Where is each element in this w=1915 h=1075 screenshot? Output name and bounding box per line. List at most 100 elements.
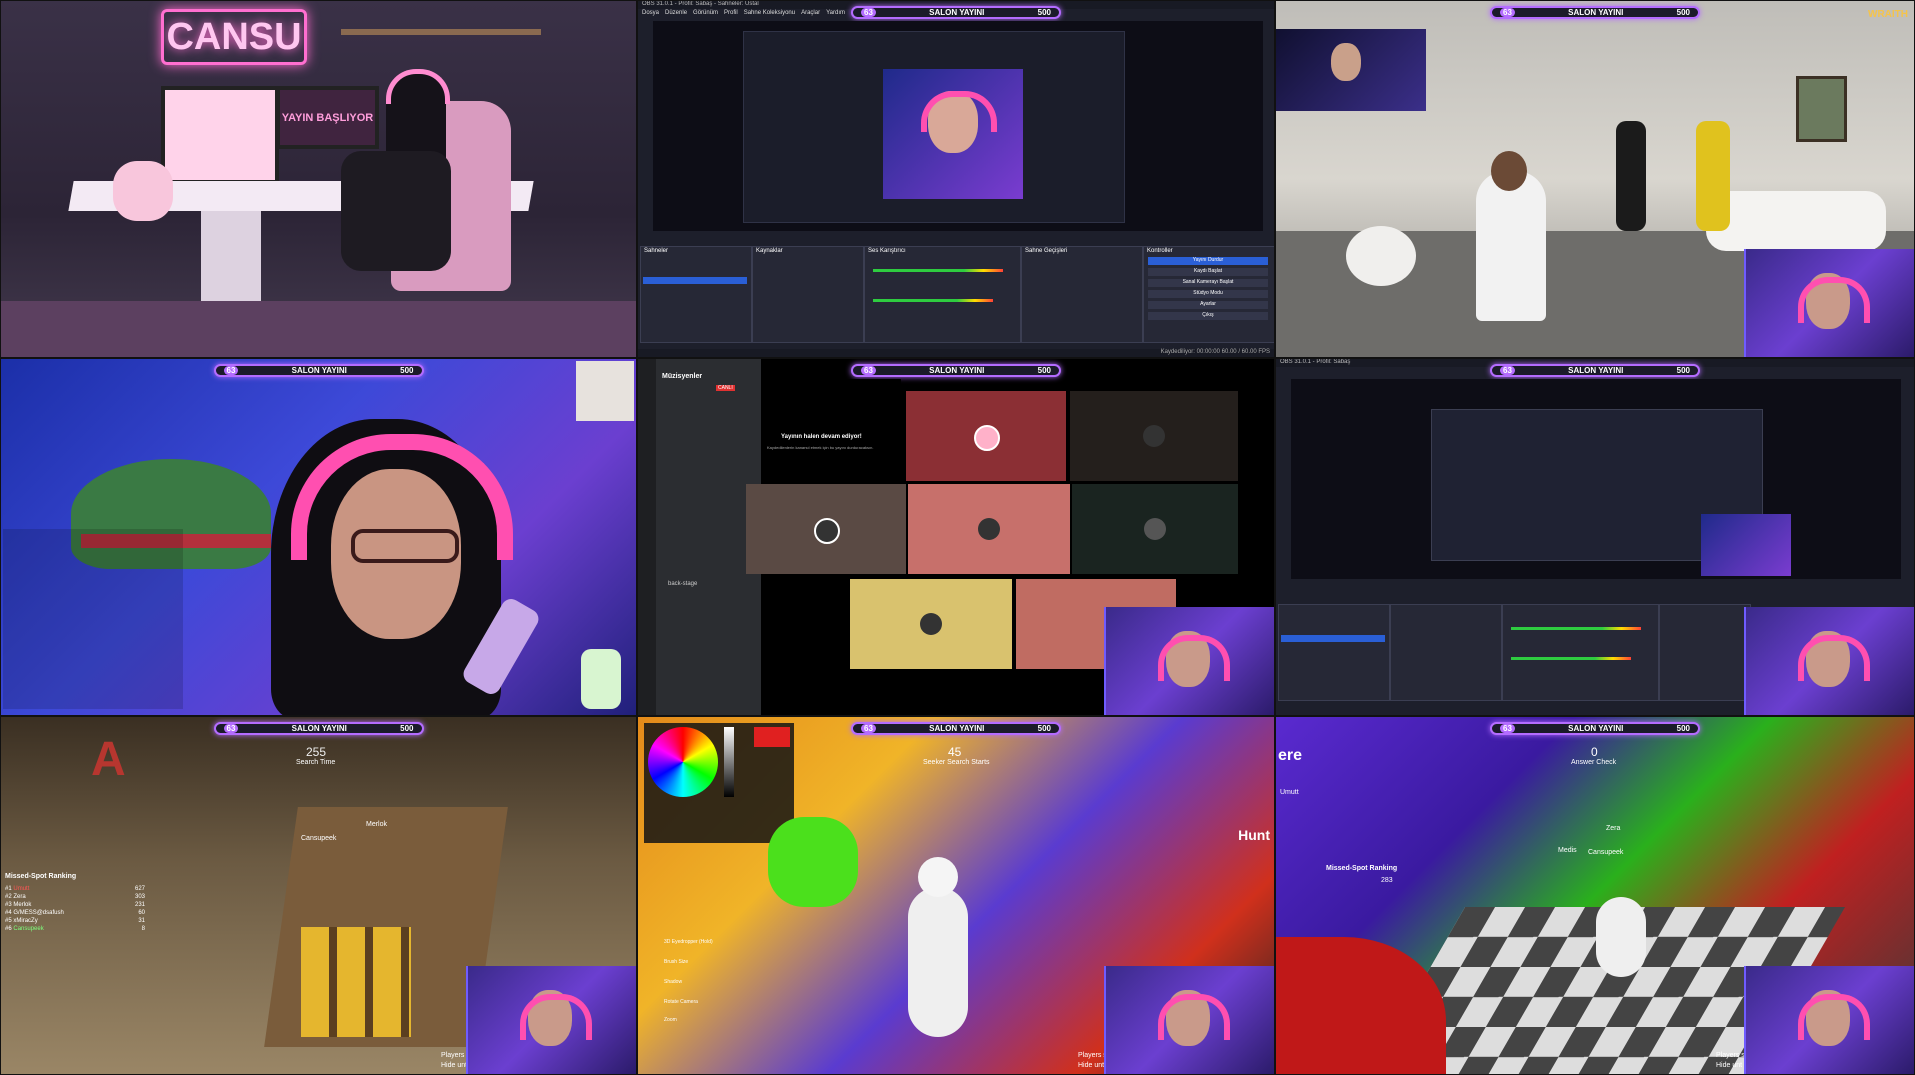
pill-left-num: 63 — [1500, 8, 1515, 17]
webcam-tile[interactable]: 63 SALON YAYINI 500 — [0, 358, 637, 716]
panel-audio-mixer[interactable] — [1502, 604, 1659, 701]
status-text: Kaydediliyor: 00:00:00 60.00 / 60.00 FPS — [1160, 349, 1270, 355]
mannequin — [908, 887, 968, 1037]
ranking-rows: #1 Umutt 627 #2 Zera 303 #3 Merlok 231 #… — [5, 885, 145, 933]
vc-tile-6[interactable] — [850, 579, 1012, 669]
panel-transitions[interactable]: Sahne Geçişleri — [1021, 246, 1143, 343]
game-paint-tile[interactable]: 63 SALON YAYINI 500 45 Seeker Search Sta… — [637, 716, 1275, 1075]
pill-left-num: 63 — [1500, 366, 1515, 375]
discord-tile[interactable]: 63 SALON YAYINI 500 Müzisyenler CANLI ba… — [637, 358, 1275, 716]
start-recording-button[interactable]: Kaydı Başlat — [1148, 268, 1268, 276]
game-paint-tile-2[interactable]: 63 SALON YAYINI 500 ere 0 Answer Check M… — [1275, 716, 1915, 1075]
tool-brush-size[interactable]: Brush Size — [664, 959, 688, 965]
toilet — [1346, 226, 1416, 286]
player-tag-medis: Medis — [1558, 847, 1577, 854]
panel-scenes-label: Sahneler — [644, 248, 669, 254]
menu-profile[interactable]: Profil — [724, 10, 738, 16]
vc-tile-1[interactable] — [906, 391, 1066, 481]
tool-shadow[interactable]: Shadow — [664, 979, 682, 985]
stream-grid: CANSU YAYIN BAŞLIYOR OBS 31.0.1 - Profil… — [0, 0, 1915, 1075]
virtual-camera-button[interactable]: Sanal Kamerayı Başlat — [1148, 279, 1268, 287]
discord-server-rail — [638, 359, 656, 715]
panel-sources[interactable]: Kaynaklar — [752, 246, 864, 343]
vc-tile-3[interactable] — [746, 484, 906, 574]
character-body — [341, 151, 451, 271]
section-back-stage[interactable]: back-stage — [668, 581, 697, 587]
menu-edit[interactable]: Düzenle — [665, 10, 687, 16]
ranking-panel: Missed-Spot Ranking #1 Umutt 627 #2 Zera… — [5, 865, 145, 945]
wall-sign-a: A — [91, 733, 126, 786]
stream-title-pill: 63 SALON YAYINI 500 — [213, 364, 424, 377]
ranking-row: #3 Merlok 231 — [5, 902, 145, 908]
panel-sources[interactable] — [1390, 604, 1502, 701]
color-picker-panel[interactable] — [644, 723, 794, 843]
panel-controls[interactable]: Kontroller Yayını Durdur Kaydı Başlat Sa… — [1143, 246, 1274, 343]
color-wheel[interactable] — [648, 727, 718, 797]
tool-zoom[interactable]: Zoom — [664, 1017, 677, 1023]
scene-selected[interactable] — [1281, 635, 1385, 642]
game-warehouse-tile[interactable]: 63 SALON YAYINI 500 255 Search Time A Mi… — [0, 716, 637, 1075]
panel-scenes[interactable]: Sahneler — [640, 246, 752, 343]
studio-mode-button[interactable]: Stüdyo Modu — [1148, 290, 1268, 298]
mixer-meter-1 — [1511, 627, 1641, 630]
panel-scenes[interactable] — [1278, 604, 1390, 701]
brand-watermark: WRAITH — [1868, 9, 1908, 20]
obs-window-tile-2[interactable]: OBS 31.0.1 - Profil: Sabaş 63 SALON YAYI… — [1275, 358, 1915, 716]
tool-eyedropper[interactable]: 3D Eyedropper (Hold) — [664, 939, 713, 945]
mixer-meter-1 — [873, 269, 1003, 272]
tool-rotate-camera[interactable]: Rotate Camera — [664, 999, 698, 1005]
character-3 — [1696, 121, 1730, 231]
scene-selected[interactable] — [643, 277, 747, 284]
streamer-pip — [466, 966, 636, 1074]
pill-right-num: 500 — [1676, 366, 1690, 375]
pill-left-num: 63 — [223, 366, 239, 375]
hint-players: Players s — [1716, 1052, 1745, 1059]
vc-tile-4[interactable] — [908, 484, 1070, 574]
edge-text: ere — [1278, 747, 1303, 764]
ranking-row: #4 G/MESS@dsafush 60 — [5, 910, 145, 916]
obs-window-tile[interactable]: OBS 31.0.1 - Profil: Sabaş - Sahneler: U… — [637, 0, 1275, 358]
stop-stream-button[interactable]: Yayını Durdur — [1148, 257, 1268, 265]
pill-left-num: 63 — [223, 724, 239, 733]
menu-tools[interactable]: Araçlar — [801, 10, 820, 16]
vc-tile-5[interactable] — [1072, 484, 1238, 574]
player-tag-umutt: Umutt — [1280, 789, 1299, 796]
neon-sign-text: CANSU — [166, 15, 302, 58]
panel-transitions[interactable] — [1659, 604, 1751, 701]
green-paint — [768, 817, 858, 907]
obs-title-text: OBS 31.0.1 - Profil: Sabaş — [1280, 359, 1351, 365]
player-tag-2: Merlok — [366, 821, 388, 828]
character-2 — [1616, 121, 1646, 231]
menu-scene-collection[interactable]: Sahne Koleksiyonu — [744, 10, 795, 16]
ranking-title: Missed-Spot Ranking — [1326, 865, 1398, 872]
obs-preview[interactable] — [653, 21, 1263, 231]
value-slider[interactable] — [724, 727, 734, 797]
streamer-cam-small — [1276, 29, 1426, 111]
obs-preview[interactable] — [1291, 379, 1901, 579]
glasses — [351, 529, 459, 563]
pill-right-num: 500 — [1037, 366, 1051, 375]
tool-panel[interactable]: 3D Eyedropper (Hold) Brush Size Shadow R… — [644, 937, 764, 1072]
streamer-head — [1331, 43, 1361, 81]
streamer-pip — [1744, 249, 1914, 357]
pill-right-num: 500 — [400, 724, 414, 733]
pill-right-num: 500 — [1676, 724, 1690, 733]
pill-right-num: 500 — [1037, 8, 1051, 17]
obs-menubar: Dosya Düzenle Görünüm Profil Sahne Kolek… — [642, 10, 845, 16]
vc-tile-2[interactable] — [1070, 391, 1238, 481]
avatar — [978, 518, 1000, 540]
settings-button[interactable]: Ayarlar — [1148, 301, 1268, 309]
exit-button[interactable]: Çıkış — [1148, 312, 1268, 320]
hint-hide: Hide unt — [1716, 1062, 1743, 1069]
headphones — [386, 69, 450, 104]
seeker-timer: 45 — [948, 745, 962, 759]
game-bathroom-tile[interactable]: 63 SALON YAYINI 500 WRAITH — [1275, 0, 1915, 358]
panel-audio-mixer[interactable]: Ses Karıştırıcı — [864, 246, 1021, 343]
pill-right-num: 500 — [400, 366, 414, 375]
panel-sources-label: Kaynaklar — [756, 248, 783, 254]
pill-title: SALON YAYINI — [291, 366, 347, 375]
menu-help[interactable]: Yardım — [826, 10, 845, 16]
menu-file[interactable]: Dosya — [642, 10, 659, 16]
starting-screen-tile[interactable]: CANSU YAYIN BAŞLIYOR — [0, 0, 637, 358]
menu-view[interactable]: Görünüm — [693, 10, 718, 16]
